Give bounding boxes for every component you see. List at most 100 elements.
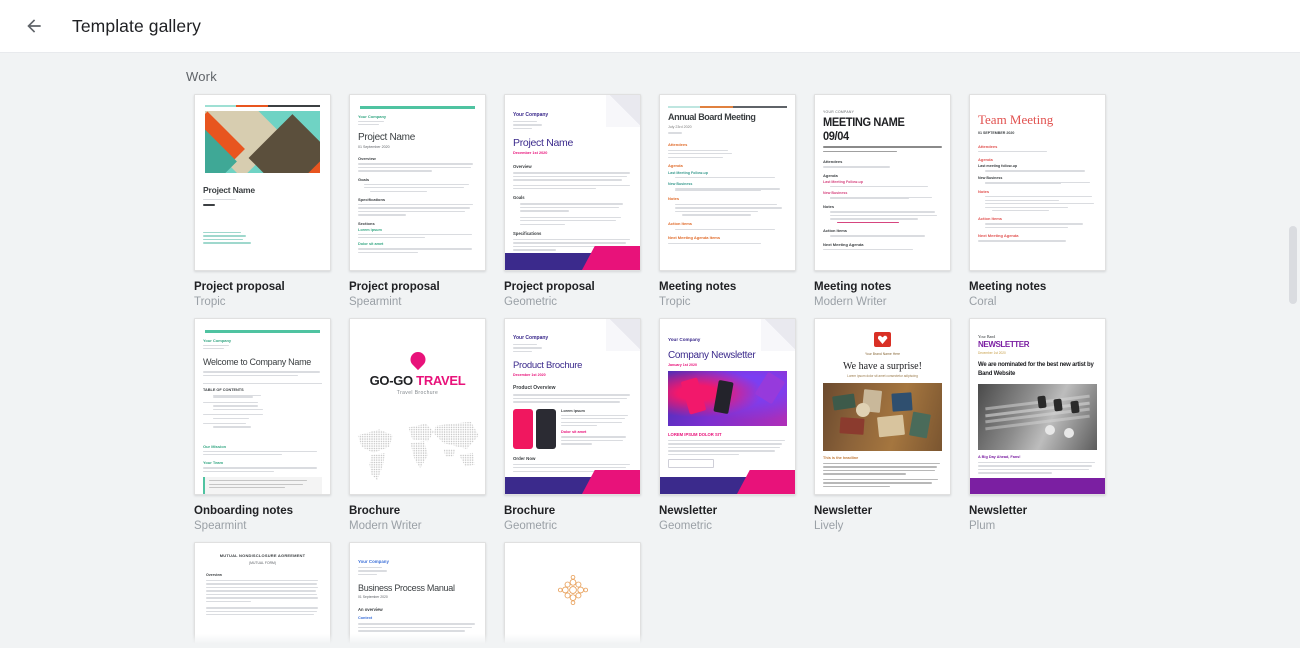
vertical-scrollbar[interactable] xyxy=(1289,58,1297,648)
template-thumbnail[interactable]: Your Company Welcome to Company Name TAB… xyxy=(194,318,331,495)
footer-band-decoration xyxy=(505,253,640,270)
thumb-section: Next Meeting Agenda xyxy=(978,233,1019,239)
template-thumbnail[interactable]: Annual Board Meeting July 23rd 2020 Atte… xyxy=(659,94,796,271)
template-thumbnail[interactable]: YOUR COMPANY MEETING NAME 09/04 Attendee… xyxy=(814,94,951,271)
gallery-scroll-area[interactable]: Work Project Name Project proposal Tropi… xyxy=(0,53,1300,648)
template-style: Geometric xyxy=(504,520,558,532)
section-heading: Work xyxy=(186,69,217,84)
thumb-section: Agenda xyxy=(668,162,683,168)
thumb-subhead: Our Mission xyxy=(203,443,227,449)
footer-band-decoration xyxy=(660,477,795,494)
template-style: Coral xyxy=(969,296,997,308)
thumb-tagline: Travel Brochure xyxy=(396,390,439,396)
template-card[interactable]: Annual Board Meeting July 23rd 2020 Atte… xyxy=(650,94,805,318)
thumb-eyebrow: YOUR COMPANY xyxy=(823,110,855,114)
thumb-section: Overview xyxy=(358,156,376,162)
template-thumbnail[interactable]: Your Company Product Brochure December 1… xyxy=(504,318,641,495)
thumb-section: Order Now xyxy=(513,455,536,461)
thumb-company: Your Company xyxy=(358,559,389,564)
thumb-subhead: Last Meeting Follow-up xyxy=(823,179,863,184)
thumb-section: Agenda xyxy=(978,157,993,163)
template-card[interactable]: Project Name Project proposal Tropic xyxy=(185,94,340,318)
thumb-section: Notes xyxy=(823,204,835,210)
template-card[interactable]: Your Company Company Newsletter January … xyxy=(650,318,805,542)
template-card[interactable]: Your Company Project Name December 1st 2… xyxy=(495,94,650,318)
thumb-section: An overview xyxy=(358,607,383,613)
thumb-headline: We are nominated for the best new artist… xyxy=(978,362,1094,377)
thumb-subtitle: Lorem ipsum dolor sit amet consectetur a… xyxy=(847,374,918,378)
cta-button[interactable] xyxy=(668,459,714,469)
thumb-headline: This is the headline xyxy=(823,456,859,460)
newsletter-photo xyxy=(668,371,787,426)
template-thumbnail[interactable]: Your Company Business Process Manual 01 … xyxy=(349,542,486,648)
thumb-section: Next Meeting Agenda Items xyxy=(668,234,721,240)
thumb-date: July 23rd 2020 xyxy=(668,125,692,130)
template-thumbnail[interactable]: Your Band NEWSLETTER December 1st 2020 W… xyxy=(969,318,1106,495)
thumb-company: Your Company xyxy=(668,337,701,342)
thumb-section: Notes xyxy=(668,195,680,201)
template-thumbnail[interactable]: Your Company Project Name December 1st 2… xyxy=(504,94,641,271)
template-style: Plum xyxy=(969,520,996,532)
template-style: Tropic xyxy=(659,296,691,308)
thumb-company: Your Company xyxy=(513,112,549,118)
template-card[interactable]: Your Brand Name Here We have a surprise!… xyxy=(805,318,960,542)
template-style: Geometric xyxy=(504,296,558,308)
thumb-date: 01 September 2020 xyxy=(358,145,390,150)
template-thumbnail[interactable]: Project Name xyxy=(194,94,331,271)
thumb-company: Your Company xyxy=(513,335,549,341)
template-thumbnail[interactable]: Your Company Project Name 01 September 2… xyxy=(349,94,486,271)
thumb-title: Product Brochure xyxy=(513,360,583,372)
thumb-subhead: Context xyxy=(358,616,373,621)
thumb-title: We have a surprise! xyxy=(843,361,922,372)
template-name: Project proposal xyxy=(504,281,595,293)
template-card[interactable]: GO-GO TRAVEL Travel Brochure Brochure Mo… xyxy=(340,318,495,542)
template-name: Meeting notes xyxy=(969,281,1047,293)
back-button[interactable] xyxy=(14,6,54,46)
template-grid: Project Name Project proposal Tropic You… xyxy=(0,92,1300,648)
template-thumbnail[interactable]: Team Meeting 01 SEPTEMBER 2020 Attendees… xyxy=(969,94,1106,271)
template-name: Onboarding notes xyxy=(194,505,294,517)
template-thumbnail[interactable]: GO-GO TRAVEL Travel Brochure xyxy=(349,318,486,495)
template-card[interactable]: YOUR COMPANY MEETING NAME 09/04 Attendee… xyxy=(805,94,960,318)
template-style: Modern Writer xyxy=(349,520,422,532)
tropic-artwork xyxy=(205,111,320,174)
thumb-title: Annual Board Meeting xyxy=(668,112,756,123)
template-thumbnail[interactable]: MUTUAL NONDISCLOSURE AGREEMENT (MUTUAL F… xyxy=(194,542,331,648)
template-thumbnail[interactable]: Your Brand Name Here We have a surprise!… xyxy=(814,318,951,495)
thumb-subhead: A Big Day Ahead, Fans! xyxy=(978,455,1021,459)
newsletter-photo xyxy=(823,383,942,451)
thumb-date: 01 September 2020 xyxy=(358,595,388,600)
template-name: Newsletter xyxy=(814,505,873,517)
thumb-title: Welcome to Company Name xyxy=(203,357,311,368)
template-style: Spearmint xyxy=(349,296,402,308)
thumb-title: GO-GO TRAVEL xyxy=(350,373,485,388)
template-card[interactable]: MUTUAL NONDISCLOSURE AGREEMENT (MUTUAL F… xyxy=(185,542,340,648)
footer-band-decoration xyxy=(970,478,1105,494)
template-card[interactable]: Your Company Business Process Manual 01 … xyxy=(340,542,495,648)
thumb-section xyxy=(203,435,322,440)
template-card[interactable]: Your Company Welcome to Company Name TAB… xyxy=(185,318,340,542)
thumb-section: Specifications xyxy=(513,230,542,236)
template-thumbnail[interactable] xyxy=(504,542,641,648)
template-card[interactable]: Team Meeting 01 SEPTEMBER 2020 Attendees… xyxy=(960,94,1115,318)
thumb-title: Business Process Manual xyxy=(358,583,455,594)
thumb-section: Action Items xyxy=(823,228,848,234)
template-name: Brochure xyxy=(504,505,556,517)
template-name: Project proposal xyxy=(194,281,285,293)
thumb-subhead: Lorem ipsum xyxy=(561,408,585,413)
thumb-date: December 1st 2020 xyxy=(978,351,1006,355)
thumb-company: Your Company xyxy=(358,113,387,119)
template-name: Newsletter xyxy=(969,505,1028,517)
template-card[interactable]: Your Company Project Name 01 September 2… xyxy=(340,94,495,318)
template-card[interactable] xyxy=(495,542,650,648)
thumb-subhead: New Business xyxy=(823,190,848,195)
thumb-eyebrow: Your Brand Name Here xyxy=(864,352,901,356)
template-card[interactable]: Your Company Product Brochure December 1… xyxy=(495,318,650,542)
scrollbar-thumb[interactable] xyxy=(1289,226,1297,304)
template-thumbnail[interactable]: Your Company Company Newsletter January … xyxy=(659,318,796,495)
thumb-title: Project Name xyxy=(203,185,255,196)
template-card[interactable]: Your Band NEWSLETTER December 1st 2020 W… xyxy=(960,318,1115,542)
arrow-back-icon xyxy=(27,19,41,33)
thumb-section: Attendees xyxy=(668,141,688,147)
template-name: Meeting notes xyxy=(659,281,737,293)
